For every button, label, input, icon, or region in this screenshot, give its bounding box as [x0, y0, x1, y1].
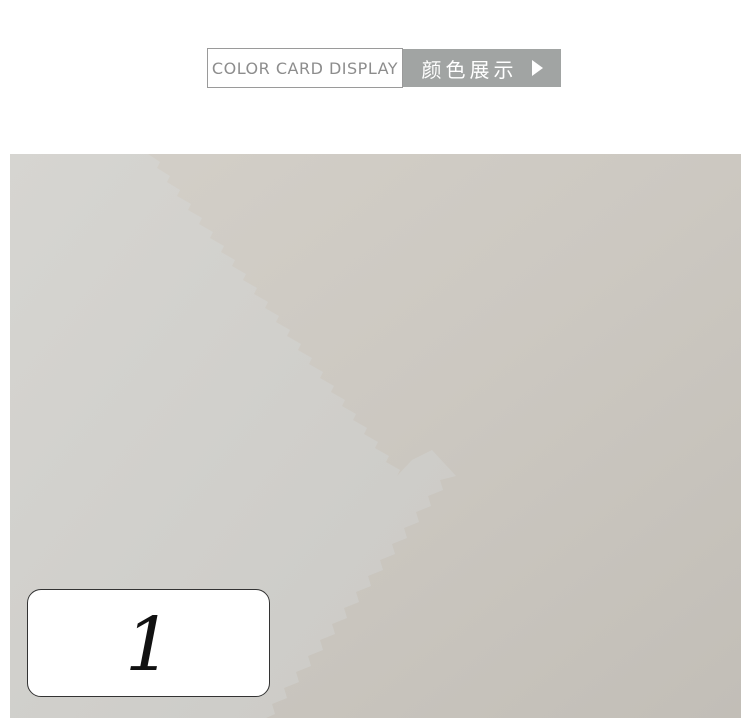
header-chinese-box: 颜色展示 — [403, 49, 561, 87]
header-english-label: COLOR CARD DISPLAY — [207, 48, 403, 88]
header-chinese-label: 颜色展示 — [421, 57, 518, 82]
play-arrow-icon — [531, 60, 543, 76]
swatch-number: 1 — [124, 602, 173, 688]
section-header: COLOR CARD DISPLAY 颜色展示 — [207, 48, 561, 88]
swatch-number-card: 1 — [27, 589, 270, 697]
